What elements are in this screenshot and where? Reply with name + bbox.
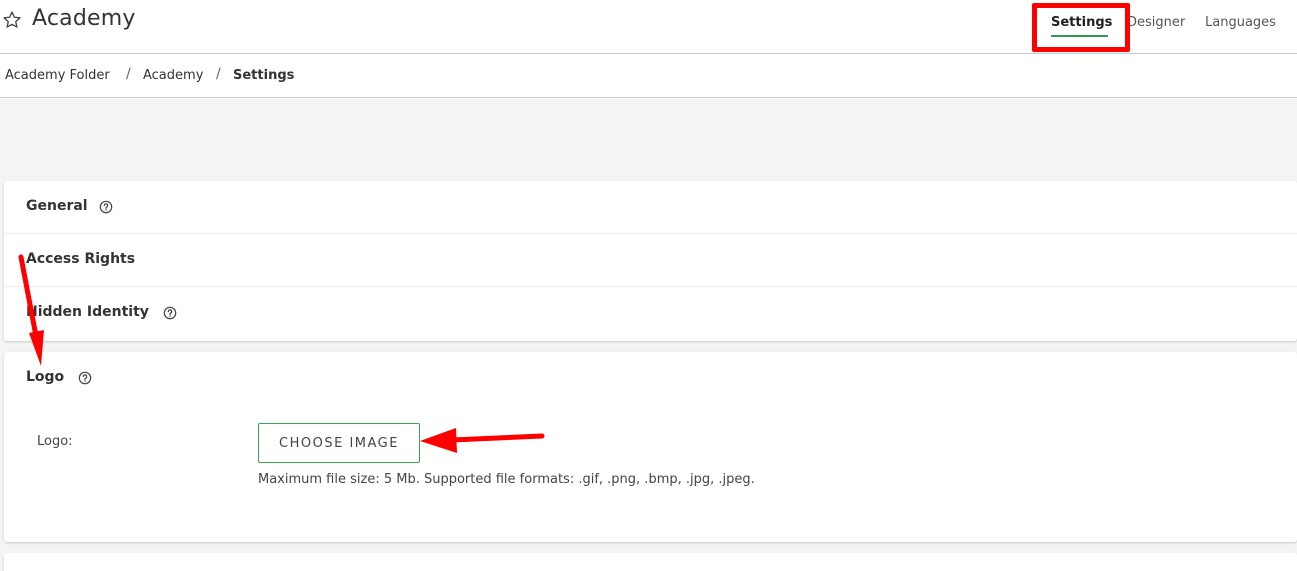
settings-sections-card: General Access Rights Hidden Identity <box>4 181 1297 341</box>
section-title: Hidden Identity <box>26 304 149 320</box>
tab-designer[interactable]: Designer <box>1127 15 1185 30</box>
page-title: Academy <box>32 6 136 31</box>
section-access-rights[interactable]: Access Rights <box>4 234 1297 287</box>
section-title: Access Rights <box>26 251 136 267</box>
tab-languages[interactable]: Languages <box>1205 15 1276 30</box>
next-section-card <box>4 553 1297 571</box>
file-format-hint: Maximum file size: 5 Mb. Supported file … <box>258 472 755 487</box>
help-icon[interactable] <box>99 200 113 214</box>
top-header: Academy Settings Designer Languages <box>0 0 1297 54</box>
section-title: General <box>26 198 88 214</box>
tab-settings[interactable]: Settings <box>1051 15 1112 30</box>
logo-section-title: Logo <box>26 369 65 385</box>
logo-field-label: Logo: <box>37 434 73 449</box>
star-icon[interactable] <box>2 10 22 30</box>
help-icon[interactable] <box>78 371 92 385</box>
breadcrumb-item-academy-folder[interactable]: Academy Folder <box>5 68 110 83</box>
breadcrumb: Academy Folder / Academy / Settings <box>0 55 1297 98</box>
logo-section-card: Logo Logo: CHOOSE IMAGE Maximum file siz… <box>4 352 1297 542</box>
breadcrumb-item-academy[interactable]: Academy <box>143 68 203 83</box>
breadcrumb-item-settings: Settings <box>233 68 295 83</box>
help-icon[interactable] <box>163 306 177 320</box>
choose-image-button[interactable]: CHOOSE IMAGE <box>258 423 420 463</box>
active-tab-indicator <box>1051 35 1108 37</box>
section-general[interactable]: General <box>4 181 1297 234</box>
breadcrumb-separator: / <box>216 66 221 82</box>
section-hidden-identity[interactable]: Hidden Identity <box>4 287 1297 340</box>
breadcrumb-separator: / <box>126 66 131 82</box>
